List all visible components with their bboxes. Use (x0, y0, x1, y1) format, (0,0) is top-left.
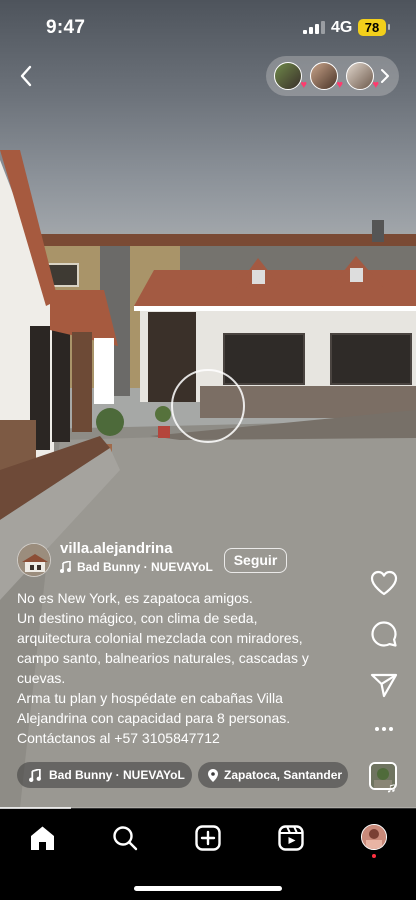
create-icon (195, 825, 221, 851)
caption[interactable]: No es New York, es zapatoca amigos. Un d… (17, 588, 362, 748)
friends-activity-pill[interactable]: ♥ ♥ ♥ (266, 56, 399, 96)
tab-profile[interactable] (361, 824, 387, 850)
caption-line: Un destino mágico, con clima de seda, (17, 610, 258, 626)
tab-search[interactable] (110, 823, 140, 853)
chevron-right-icon (381, 69, 389, 83)
caption-line: Contáctanos al +57 3105847712 (17, 730, 220, 746)
network-type: 4G (331, 19, 353, 36)
heart-badge-icon: ♥ (372, 79, 379, 91)
audio-label: Bad Bunny · NUEVAYoL (77, 560, 213, 574)
author-avatar[interactable] (17, 543, 51, 577)
battery-cap (388, 24, 390, 30)
back-button[interactable] (12, 62, 40, 90)
status-bar: 9:47 4G 78 (0, 0, 416, 56)
heart-icon (370, 570, 398, 596)
search-icon (113, 826, 138, 851)
heart-badge-icon: ♥ (300, 79, 307, 91)
audio-attribution[interactable]: Bad Bunny · NUEVAYoL (60, 560, 213, 574)
heart-badge-icon: ♥ (336, 79, 343, 91)
more-button[interactable] (369, 714, 399, 744)
bottom-tab-bar (0, 809, 416, 900)
location-pill[interactable]: Zapatoca, Santander (198, 762, 348, 788)
location-pill-label: Zapatoca, Santander (224, 768, 343, 782)
location-pin-icon (208, 768, 218, 782)
comment-icon (371, 621, 397, 647)
signal-icon (303, 21, 325, 34)
reels-icon (278, 825, 304, 851)
notification-dot (372, 854, 376, 858)
caption-line: No es New York, es zapatoca amigos. (17, 590, 253, 606)
tab-home[interactable] (27, 823, 57, 853)
author-username[interactable]: villa.alejandrina (60, 540, 173, 557)
like-button[interactable] (369, 568, 399, 598)
music-note-icon (60, 561, 71, 573)
music-note-icon (29, 768, 41, 782)
caption-line: campo santo, balnearios naturales, casca… (17, 650, 309, 666)
caption-line: arquitectura colonial mezclada con mirad… (17, 630, 303, 646)
chevron-left-icon (20, 65, 32, 87)
send-icon (370, 673, 398, 698)
more-icon (375, 727, 393, 731)
profile-avatar (362, 825, 386, 849)
play-indicator (171, 369, 245, 443)
caption-line: Arma tu plan y hospédate en cabañas Vill… (17, 690, 283, 706)
battery-icon: 78 (358, 19, 386, 36)
music-note-icon: ♫ (386, 779, 397, 795)
follow-button[interactable]: Seguir (224, 548, 287, 573)
audio-pill-label: Bad Bunny · NUEVAYoL (49, 768, 185, 782)
caption-line: Alejandrina con capacidad para 8 persona… (17, 710, 291, 726)
story-avatar: ♥ (310, 62, 343, 91)
share-button[interactable] (369, 670, 399, 700)
tab-reels[interactable] (276, 823, 306, 853)
tab-create[interactable] (193, 823, 223, 853)
home-indicator (134, 886, 282, 891)
story-avatar: ♥ (346, 62, 379, 91)
comment-button[interactable] (369, 619, 399, 649)
caption-line: cuevas. (17, 670, 66, 686)
audio-pill[interactable]: Bad Bunny · NUEVAYoL (17, 762, 192, 788)
status-time: 9:47 (46, 17, 86, 38)
home-icon (30, 826, 54, 850)
story-avatar: ♥ (274, 62, 307, 91)
